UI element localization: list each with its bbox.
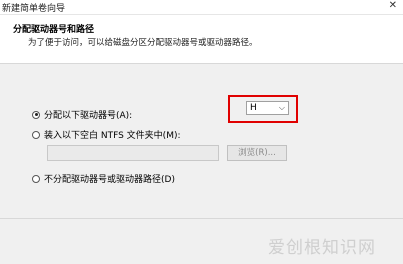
window-title: 新建简单卷向导 (2, 4, 66, 14)
page-description: 为了便于访问，可以给磁盘分区分配驱动器号或驱动器路径。 (28, 38, 258, 48)
radio-no-assign[interactable] (32, 174, 40, 183)
option-mount-folder-label: 装入以下空白 NTFS 文件夹中(M): (44, 131, 181, 141)
page-title: 分配驱动器号和路径 (13, 25, 95, 35)
wizard-header: 分配驱动器号和路径 为了便于访问，可以给磁盘分区分配驱动器号或驱动器路径。 (0, 15, 403, 64)
radio-mount-folder[interactable] (32, 130, 40, 139)
option-no-assign-label: 不分配驱动器号或驱动器路径(D) (44, 175, 175, 185)
footer-divider (0, 218, 403, 219)
watermark: 爱创根知识网 (268, 238, 376, 258)
option-assign-letter-label: 分配以下驱动器号(A): (44, 111, 133, 121)
drive-letter-value: H (250, 103, 257, 113)
title-bar: 新建简单卷向导 ✕ (0, 0, 403, 15)
folder-path-input[interactable] (47, 145, 219, 161)
radio-assign-letter[interactable] (32, 110, 40, 119)
option-assign-letter[interactable]: 分配以下驱动器号(A): (32, 108, 132, 121)
option-no-assign[interactable]: 不分配驱动器号或驱动器路径(D) (32, 172, 175, 185)
drive-letter-select[interactable]: H ⌵ (246, 101, 289, 115)
chevron-down-icon: ⌵ (278, 103, 285, 112)
option-mount-folder[interactable]: 装入以下空白 NTFS 文件夹中(M): (32, 128, 181, 141)
browse-button[interactable]: 浏览(R)... (227, 145, 287, 161)
close-icon[interactable]: ✕ (389, 0, 397, 11)
